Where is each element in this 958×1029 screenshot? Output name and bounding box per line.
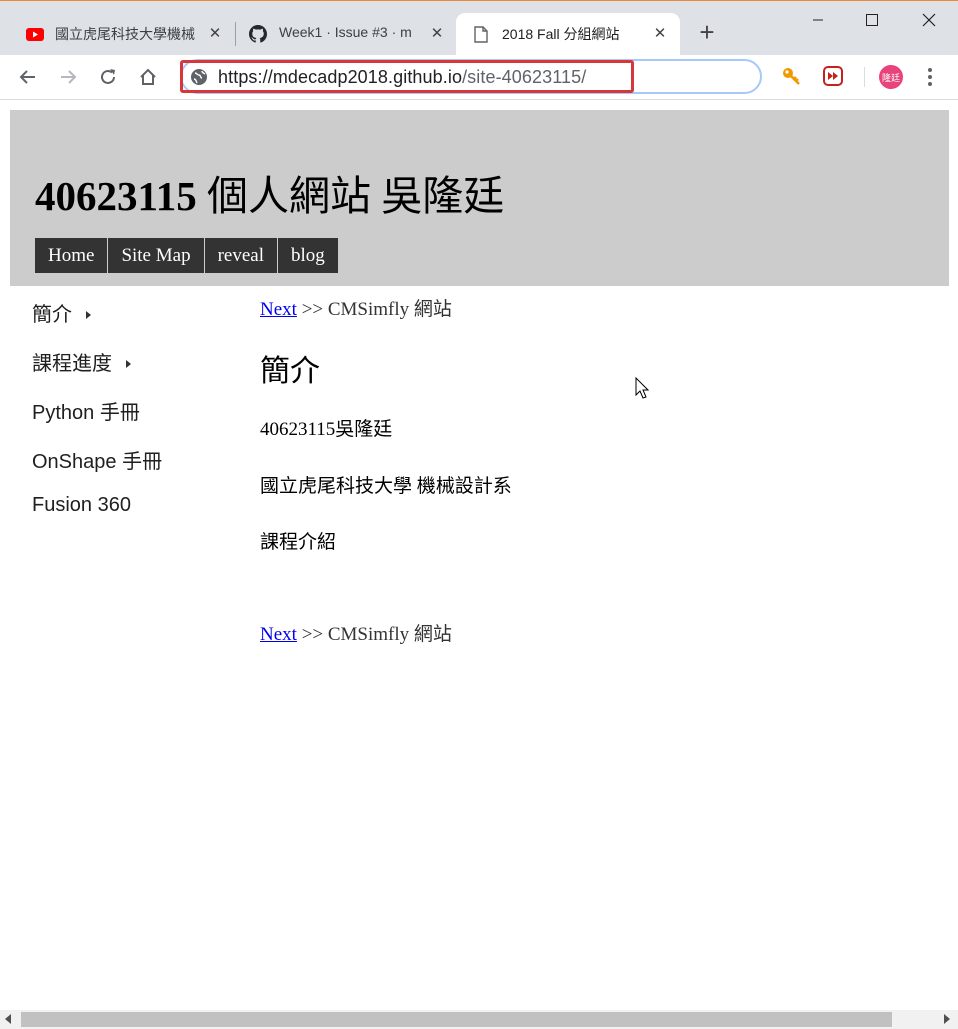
close-window-icon[interactable] xyxy=(915,7,943,33)
next-link-suffix: >> CMSimfly 網站 xyxy=(296,624,452,645)
key-extension-icon[interactable] xyxy=(780,65,802,87)
profile-avatar[interactable]: 隆廷 xyxy=(879,65,903,89)
site-header: 40623115 個人網站 吳隆廷 Home Site Map reveal b… xyxy=(10,110,949,286)
browser-toolbar: https://mdecadp2018.github.io/site-40623… xyxy=(0,55,958,100)
youtube-icon xyxy=(26,25,44,43)
paragraph-course: 課程介紹 xyxy=(260,532,337,553)
sidebar-item-label: 課程進度 xyxy=(32,353,112,375)
sidebar-item-fusion360[interactable]: Fusion 360 xyxy=(32,494,242,543)
top-navigation: Home Site Map reveal blog xyxy=(35,238,339,273)
github-icon xyxy=(249,25,267,43)
page-nav-top: Next >> CMSimfly 網站 xyxy=(260,294,452,321)
tab-title: 2018 Fall 分組網站 xyxy=(502,26,620,42)
sidebar-item-intro[interactable]: 簡介 xyxy=(32,298,242,347)
site-title: 40623115 個人網站 吳隆廷 xyxy=(35,162,504,222)
minimize-icon[interactable] xyxy=(804,7,832,33)
sidebar-item-label: OnShape 手冊 xyxy=(32,451,163,473)
toolbar-separator xyxy=(864,67,865,87)
browser-title-bar: 國立虎尾科技大學機械 ✕ Week1 · Issue #3 · m ✕ 2018… xyxy=(0,0,958,56)
scrollbar-thumb[interactable] xyxy=(21,1012,892,1027)
site-title-number: 40623115 xyxy=(35,173,197,219)
next-link-suffix: >> CMSimfly 網站 xyxy=(296,299,452,320)
tab-title: 國立虎尾科技大學機械 xyxy=(55,26,195,42)
new-tab-button[interactable]: + xyxy=(696,19,718,45)
home-icon[interactable] xyxy=(135,64,161,90)
sidebar-menu: 簡介 課程進度 Python 手冊 OnShape 手冊 Fusion 360 xyxy=(32,298,242,543)
sidebar-item-onshape[interactable]: OnShape 手冊 xyxy=(32,445,242,494)
browser-menu-icon[interactable] xyxy=(920,65,940,89)
back-icon[interactable] xyxy=(15,64,41,90)
tab-title: Week1 · Issue #3 · m xyxy=(279,24,412,40)
page-heading: 簡介 xyxy=(260,355,320,388)
url-highlight-box xyxy=(180,60,634,93)
page-icon xyxy=(472,25,490,43)
tab-youtube[interactable]: 國立虎尾科技大學機械 ✕ xyxy=(0,13,232,56)
horizontal-scrollbar[interactable] xyxy=(0,1010,958,1029)
mouse-cursor-icon xyxy=(635,377,649,399)
media-extension-icon[interactable] xyxy=(822,65,844,87)
tab-close-icon[interactable]: ✕ xyxy=(651,24,669,44)
tab-close-icon[interactable]: ✕ xyxy=(206,24,224,44)
page-nav-bottom: Next >> CMSimfly 網站 xyxy=(260,619,452,646)
sidebar-item-python[interactable]: Python 手冊 xyxy=(32,396,242,445)
next-link[interactable]: Next xyxy=(260,624,297,645)
tab-github[interactable]: Week1 · Issue #3 · m ✕ xyxy=(236,13,456,56)
reload-icon[interactable] xyxy=(95,64,121,90)
submenu-arrow-icon xyxy=(86,311,91,319)
nav-reveal[interactable]: reveal xyxy=(204,238,278,273)
sidebar-item-label: Fusion 360 xyxy=(32,494,131,516)
submenu-arrow-icon xyxy=(126,360,131,368)
forward-icon[interactable] xyxy=(55,64,81,90)
scroll-left-icon[interactable] xyxy=(5,1014,11,1024)
tab-active[interactable]: 2018 Fall 分組網站 ✕ xyxy=(456,13,680,56)
nav-blog[interactable]: blog xyxy=(277,238,339,273)
next-link[interactable]: Next xyxy=(260,299,297,320)
maximize-icon[interactable] xyxy=(858,7,886,33)
paragraph-student: 40623115吳隆廷 xyxy=(260,419,393,440)
nav-site-map[interactable]: Site Map xyxy=(108,238,205,273)
site-title-text: 個人網站 吳隆廷 xyxy=(196,173,505,219)
nav-home[interactable]: Home xyxy=(35,238,109,273)
paragraph-school: 國立虎尾科技大學 機械設計系 xyxy=(260,476,512,497)
sidebar-item-label: 簡介 xyxy=(32,304,72,326)
tab-close-icon[interactable]: ✕ xyxy=(428,24,446,44)
sidebar-item-label: Python 手冊 xyxy=(32,402,140,424)
scroll-right-icon[interactable] xyxy=(944,1014,950,1024)
sidebar-item-course-progress[interactable]: 課程進度 xyxy=(32,347,242,396)
